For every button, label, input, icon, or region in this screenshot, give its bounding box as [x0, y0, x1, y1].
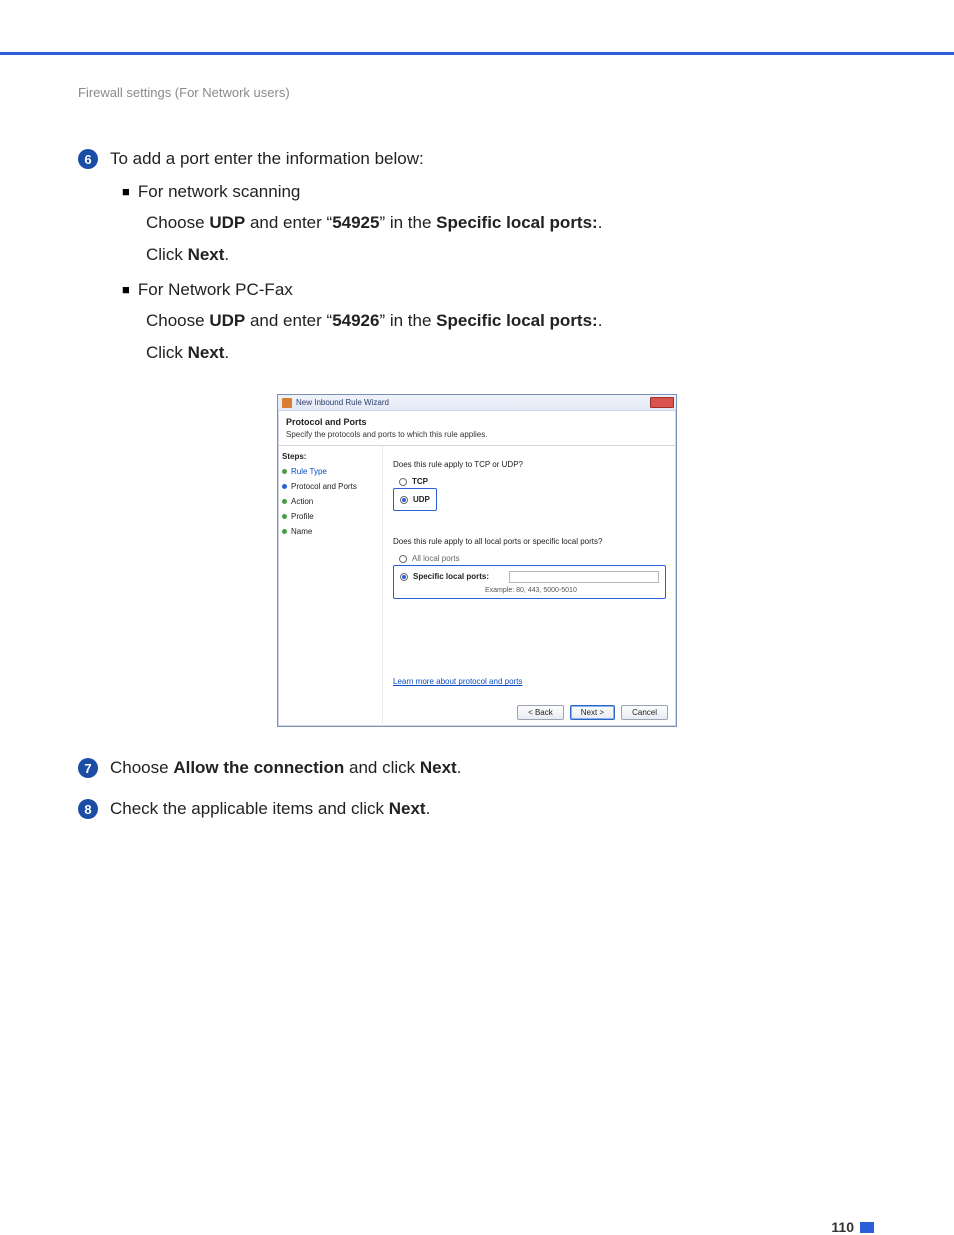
- radio-icon: [399, 555, 407, 563]
- wizard-header: Protocol and Ports Specify the protocols…: [278, 411, 676, 446]
- substep-line-click: Click Next.: [146, 340, 876, 366]
- page-body: Firewall settings (For Network users) 6 …: [0, 55, 954, 1235]
- radio-icon: [400, 496, 408, 504]
- substep-line-choose: Choose UDP and enter “54925” in the Spec…: [146, 210, 876, 236]
- radio-udp-highlight: UDP: [393, 488, 437, 511]
- substep-line-click: Click Next.: [146, 242, 876, 268]
- wizard-question-ports: Does this rule apply to all local ports …: [393, 537, 666, 546]
- wizard-steps-label: Steps:: [282, 452, 378, 461]
- step-number-8: 8: [78, 799, 98, 819]
- step-8-text: Check the applicable items and click Nex…: [110, 798, 430, 821]
- step-6-text: To add a port enter the information belo…: [110, 148, 424, 171]
- close-icon[interactable]: [650, 397, 674, 408]
- cancel-button[interactable]: Cancel: [621, 705, 668, 720]
- radio-udp[interactable]: UDP: [400, 493, 430, 506]
- radio-all-ports[interactable]: All local ports: [393, 552, 666, 565]
- square-bullet-icon: ■: [122, 184, 130, 199]
- substep-network-pcfax: ■ For Network PC-Fax Choose UDP and ente…: [122, 279, 876, 367]
- wizard-step-name[interactable]: Name: [282, 527, 378, 536]
- step-6: 6 To add a port enter the information be…: [78, 148, 876, 366]
- wizard-step-action[interactable]: Action: [282, 497, 378, 506]
- wizard-screenshot: New Inbound Rule Wizard Protocol and Por…: [78, 394, 876, 727]
- specific-ports-highlight: Specific local ports: Example: 80, 443, …: [393, 565, 666, 599]
- step-number-7: 7: [78, 758, 98, 778]
- step-7-text: Choose Allow the connection and click Ne…: [110, 757, 461, 780]
- substep-head: For network scanning: [138, 181, 301, 204]
- breadcrumb: Firewall settings (For Network users): [78, 85, 876, 100]
- radio-icon: [400, 573, 408, 581]
- wizard-step-profile[interactable]: Profile: [282, 512, 378, 521]
- page-accent-icon: [860, 1222, 874, 1233]
- substep-network-scanning: ■ For network scanning Choose UDP and en…: [122, 181, 876, 269]
- wizard-question-protocol: Does this rule apply to TCP or UDP?: [393, 460, 666, 469]
- shield-icon: [282, 398, 292, 408]
- substep-head: For Network PC-Fax: [138, 279, 293, 302]
- wizard-titlebar: New Inbound Rule Wizard: [278, 395, 676, 411]
- step-8: 8 Check the applicable items and click N…: [78, 798, 876, 821]
- wizard-heading: Protocol and Ports: [286, 417, 668, 427]
- step-7: 7 Choose Allow the connection and click …: [78, 757, 876, 780]
- ports-example-text: Example: 80, 443, 5000-5010: [485, 587, 659, 594]
- radio-icon: [399, 478, 407, 486]
- radio-specific-ports[interactable]: Specific local ports:: [400, 570, 489, 583]
- wizard-step-protocol[interactable]: Protocol and Ports: [282, 482, 378, 491]
- wizard-steps-panel: Steps: Rule Type Protocol and Ports Acti…: [278, 446, 383, 726]
- top-bar: [0, 0, 954, 55]
- page-footer: 110: [78, 1219, 876, 1235]
- wizard-desc: Specify the protocols and ports to which…: [286, 430, 668, 439]
- radio-tcp[interactable]: TCP: [393, 475, 666, 488]
- page-number: 110: [831, 1219, 854, 1235]
- wizard-dialog: New Inbound Rule Wizard Protocol and Por…: [277, 394, 677, 727]
- wizard-step-rule-type[interactable]: Rule Type: [282, 467, 378, 476]
- wizard-main-panel: Does this rule apply to TCP or UDP? TCP …: [383, 446, 676, 726]
- wizard-title-text: New Inbound Rule Wizard: [296, 398, 646, 407]
- back-button[interactable]: < Back: [517, 705, 564, 720]
- substep-line-choose: Choose UDP and enter “54926” in the Spec…: [146, 308, 876, 334]
- square-bullet-icon: ■: [122, 282, 130, 297]
- specific-ports-input[interactable]: [509, 571, 659, 583]
- next-button[interactable]: Next >: [570, 705, 615, 720]
- learn-more-link[interactable]: Learn more about protocol and ports: [393, 677, 522, 686]
- step-number-6: 6: [78, 149, 98, 169]
